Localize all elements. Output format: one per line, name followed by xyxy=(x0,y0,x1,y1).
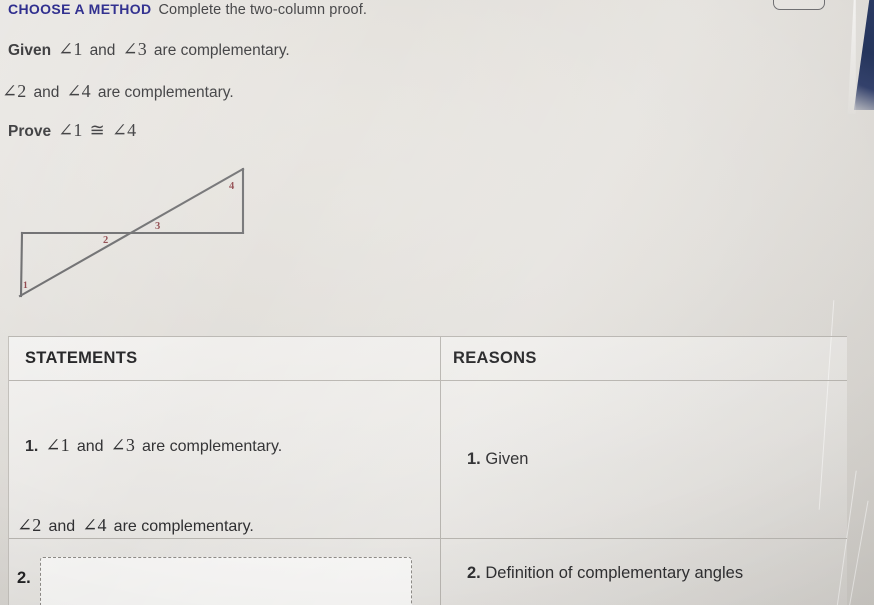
angle-label-3: 3 xyxy=(155,221,160,232)
angle-label-4: 4 xyxy=(229,181,235,192)
given-1-angle-a: ∠1 xyxy=(58,39,83,59)
given-2-angle-a: ∠2 xyxy=(2,81,27,101)
reason-2-number: 2. xyxy=(467,564,481,582)
given-1-and: and xyxy=(89,42,116,59)
reasons-header-label: REASONS xyxy=(453,349,537,367)
page-edge-highlight xyxy=(847,0,856,114)
prove-line: Prove ∠1 ≅ ∠4 xyxy=(8,120,136,141)
statement-1-angle-b: ∠3 xyxy=(110,435,136,455)
statement-2-number: 2. xyxy=(17,569,31,587)
paper-crease xyxy=(848,500,869,605)
statement-1-line-1: 1. ∠1 and ∠3 are complementary. xyxy=(25,435,282,456)
reason-2-text: Definition of complementary angles xyxy=(485,564,744,582)
geometry-figure: 1 2 3 4 xyxy=(18,167,245,298)
reason-cell-2: 2. Definition of complementary angles xyxy=(441,539,847,605)
statement-2-and: and xyxy=(48,518,76,535)
given-line-1: Given ∠1 and ∠3 are complementary. xyxy=(8,39,290,60)
statement-1-and: and xyxy=(76,438,104,455)
table-header-row: STATEMENTS REASONS xyxy=(9,337,847,381)
textbook-page-photo: CHOOSE A METHOD Complete the two-column p… xyxy=(0,0,874,605)
congruent-symbol: ≅ xyxy=(89,120,105,140)
table-row: 2. 2. Definition of complementary angles xyxy=(9,539,847,605)
statement-1-tail: are complementary. xyxy=(142,438,283,455)
given-label: Given xyxy=(8,42,52,59)
statement-cell-1: 1. ∠1 and ∠3 are complementary. ∠2 and ∠4 are c… xyxy=(9,381,441,538)
statement-2-angle-a: ∠2 xyxy=(17,515,42,535)
statement-cell-2: 2. xyxy=(9,539,441,605)
reason-1-text-wrap: 1. Given xyxy=(455,450,528,469)
statements-header-label: STATEMENTS xyxy=(25,349,138,367)
given-1-angle-b: ∠3 xyxy=(122,39,147,59)
reason-1-number: 1. xyxy=(467,450,481,468)
statement-2-angle-b: ∠4 xyxy=(82,515,107,535)
prove-angle-b: ∠4 xyxy=(111,120,137,140)
reason-1-text: Given xyxy=(485,450,529,468)
statement-2-answer-input[interactable] xyxy=(40,557,412,605)
reason-2-text-wrap: 2. Definition of complementary angles xyxy=(455,564,743,583)
given-line-2: ∠2 and ∠4 are complementary. xyxy=(2,81,234,102)
statements-header-cell: STATEMENTS xyxy=(9,337,441,380)
prove-label: Prove xyxy=(8,123,52,140)
prompt-line: CHOOSE A METHOD Complete the two-column p… xyxy=(8,1,367,18)
angle-label-2: 2 xyxy=(103,235,108,246)
two-column-proof-table: STATEMENTS REASONS 1. ∠1 and ∠3 are compleme… xyxy=(8,336,847,605)
statement-2-tail: are complementary. xyxy=(113,518,254,535)
given-2-angle-b: ∠4 xyxy=(66,81,91,101)
given-2-tail: are complementary. xyxy=(97,84,234,101)
prove-angle-a: ∠1 xyxy=(58,120,83,140)
reasons-header-cell: REASONS xyxy=(441,337,847,380)
given-1-tail: are complementary. xyxy=(153,42,290,59)
given-2-and: and xyxy=(33,84,60,101)
reason-cell-1: 1. Given xyxy=(441,381,847,538)
statement-1-line-2: ∠2 and ∠4 are complementary. xyxy=(17,515,254,536)
rounded-rect-glyph-icon xyxy=(773,0,825,10)
statement-1-number: 1. xyxy=(25,438,39,455)
table-row: 1. ∠1 and ∠3 are complementary. ∠2 and ∠4 are c… xyxy=(9,381,847,539)
prompt-kicker: CHOOSE A METHOD xyxy=(8,1,152,17)
angle-label-1: 1 xyxy=(23,281,28,291)
statement-1-angle-a: ∠1 xyxy=(45,435,70,455)
prompt-instruction: Complete the two-column proof. xyxy=(158,2,367,18)
